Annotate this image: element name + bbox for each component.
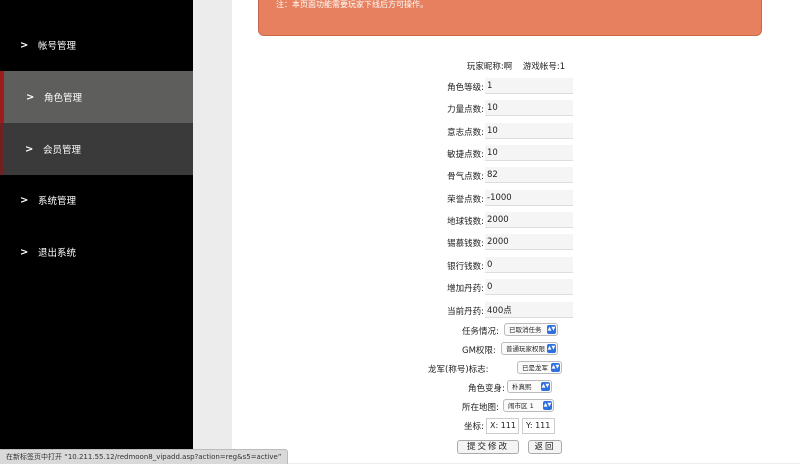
- notice-banner: 注：本页面功能需要玩家下线后方可操作。: [258, 0, 762, 36]
- player-info: 玩家昵称:啊 游戏帐号:1: [232, 60, 800, 72]
- main-content: 注：本页面功能需要玩家下线后方可操作。 玩家昵称:啊 游戏帐号:1 角色等级: …: [232, 0, 800, 463]
- select-label: 任务情况:: [462, 327, 499, 337]
- sidebar-item-label: 会员管理: [43, 145, 82, 156]
- field-row-honor: 荣誉点数:: [232, 190, 800, 210]
- gm-permission-select[interactable]: 普通玩家权限 ▲▼: [501, 342, 558, 355]
- select-arrow-icon: ▲▼: [547, 325, 556, 334]
- submit-button[interactable]: 提交修改: [457, 440, 519, 454]
- coord-y-input[interactable]: Y: 111: [522, 418, 555, 434]
- select-label: 龙军(称号)标志:: [428, 365, 489, 375]
- chevron-right-icon: >: [25, 143, 34, 155]
- field-row-level: 角色等级:: [232, 78, 800, 98]
- select-row-task: 任务情况: 已取消任务 ▲▼: [232, 323, 800, 339]
- field-row-will: 意志点数:: [232, 123, 800, 143]
- strength-input[interactable]: [485, 100, 573, 116]
- sidebar: > 帐号管理 > 角色管理 > 会员管理 > 系统管理 > 退出系统: [0, 0, 193, 463]
- field-row-bank-money: 银行钱数:: [232, 257, 800, 277]
- sidebar-item-label: 角色管理: [44, 93, 83, 104]
- sidebar-item-account[interactable]: > 帐号管理: [0, 19, 193, 71]
- select-arrow-icon: ▲▼: [547, 344, 556, 353]
- status-bar: 在新标签页中打开 “10.211.55.12/redmoon8_vipadd.a…: [0, 449, 289, 464]
- select-arrow-icon: ▲▼: [551, 363, 560, 372]
- sidebar-item-role[interactable]: > 角色管理: [0, 71, 193, 123]
- select-arrow-icon: ▲▼: [543, 401, 552, 410]
- chevron-right-icon: >: [20, 39, 29, 51]
- earth-money-input[interactable]: [485, 212, 573, 228]
- field-row-agility: 敏捷点数:: [232, 145, 800, 165]
- field-row-ximu-money: 锡慕钱数:: [232, 234, 800, 254]
- honor-input[interactable]: [485, 190, 573, 206]
- field-label: 骨气点数:: [447, 172, 484, 182]
- select-label: 角色变身:: [468, 384, 505, 394]
- field-row-bone: 骨气点数:: [232, 167, 800, 187]
- sidebar-item-logout[interactable]: > 退出系统: [0, 226, 193, 278]
- coord-x-input[interactable]: X: 111: [486, 418, 519, 434]
- field-row-current-pill: 当前丹药:: [232, 302, 800, 322]
- current-pill-input[interactable]: [485, 302, 573, 318]
- field-label: 增加丹药:: [447, 284, 484, 294]
- sidebar-item-system[interactable]: > 系统管理: [0, 174, 193, 226]
- coord-label: 坐标:: [464, 422, 484, 432]
- field-label: 锡慕钱数:: [447, 239, 484, 249]
- back-button[interactable]: 返回: [528, 440, 562, 454]
- select-label: 所在地图:: [462, 403, 499, 413]
- sidebar-item-label: 退出系统: [38, 248, 77, 259]
- player-account: 游戏帐号:1: [522, 62, 566, 72]
- map-select[interactable]: 闹市区 1 ▲▼: [503, 399, 554, 412]
- player-nickname: 玩家昵称:啊: [466, 62, 513, 72]
- field-label: 意志点数:: [447, 128, 484, 138]
- bank-money-input[interactable]: [485, 257, 573, 273]
- select-row-dragon: 龙军(称号)标志: 已是龙军 ▲▼: [232, 361, 800, 377]
- sidebar-item-label: 帐号管理: [38, 41, 77, 52]
- chevron-right-icon: >: [20, 194, 29, 206]
- task-select[interactable]: 已取消任务 ▲▼: [504, 323, 558, 336]
- select-row-map: 所在地图: 闹市区 1 ▲▼: [232, 399, 800, 415]
- field-row-earth-money: 地球钱数:: [232, 212, 800, 232]
- select-row-transform: 角色变身: 朴真熙 ▲▼: [232, 380, 800, 396]
- add-pill-input[interactable]: [485, 279, 573, 295]
- select-row-gm: GM权限: 普通玩家权限 ▲▼: [232, 342, 800, 358]
- level-input[interactable]: [485, 78, 573, 94]
- chevron-right-icon: >: [26, 91, 35, 103]
- ximu-money-input[interactable]: [485, 234, 573, 250]
- sidebar-item-member[interactable]: > 会员管理: [0, 123, 193, 175]
- field-label: 银行钱数:: [447, 262, 484, 272]
- coord-row: 坐标: X: 111 Y: 111: [232, 418, 800, 434]
- select-arrow-icon: ▲▼: [541, 382, 550, 391]
- field-row-add-pill: 增加丹药:: [232, 279, 800, 299]
- will-input[interactable]: [485, 123, 573, 139]
- field-label: 地球钱数:: [447, 217, 484, 227]
- dragon-title-select[interactable]: 已是龙军 ▲▼: [517, 361, 562, 374]
- bone-input[interactable]: [485, 167, 573, 183]
- field-label: 角色等级:: [447, 83, 484, 93]
- agility-input[interactable]: [485, 145, 573, 161]
- field-label: 力量点数:: [447, 105, 484, 115]
- sidebar-item-label: 系统管理: [38, 196, 77, 207]
- field-label: 荣誉点数:: [447, 195, 484, 205]
- field-label: 敏捷点数:: [447, 150, 484, 160]
- field-row-strength: 力量点数:: [232, 100, 800, 120]
- chevron-right-icon: >: [20, 246, 29, 258]
- transform-select[interactable]: 朴真熙 ▲▼: [507, 380, 552, 393]
- field-label: 当前丹药:: [447, 307, 484, 317]
- select-label: GM权限:: [462, 346, 496, 356]
